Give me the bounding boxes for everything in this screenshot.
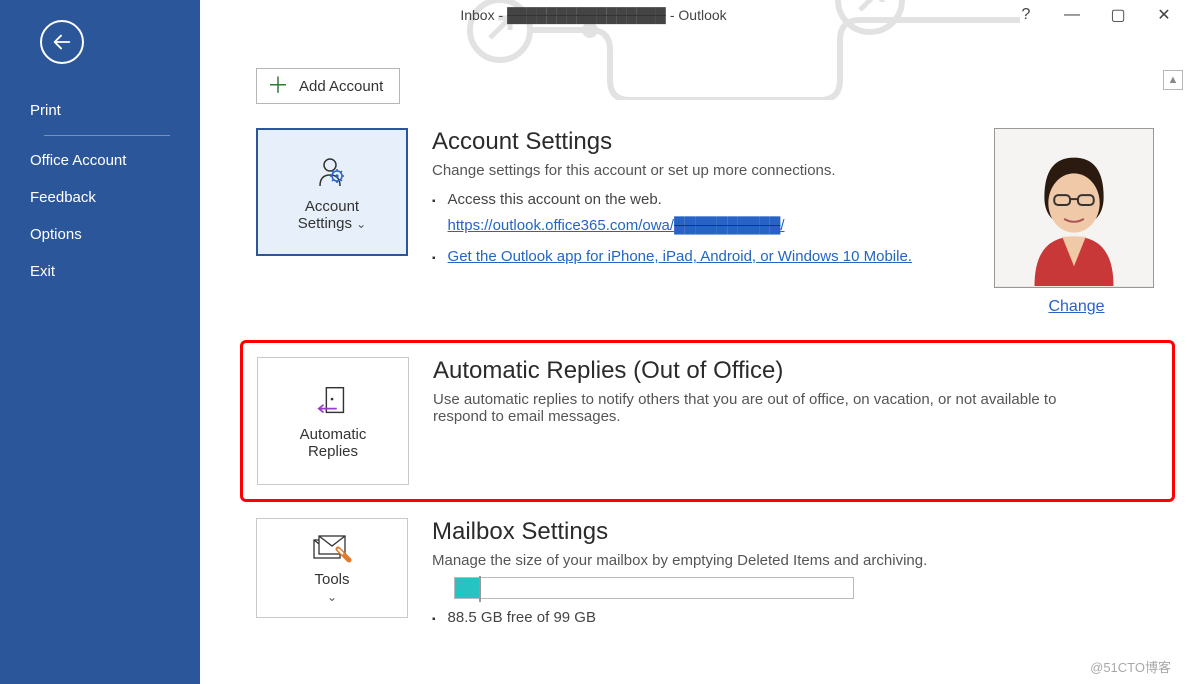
- owa-link[interactable]: https://outlook.office365.com/owa/██████…: [448, 217, 785, 234]
- change-photo-link[interactable]: Change: [994, 298, 1159, 316]
- sidebar-divider: [44, 135, 170, 136]
- automatic-replies-heading: Automatic Replies (Out of Office): [433, 357, 1158, 385]
- sidebar-item-exit[interactable]: Exit: [0, 253, 200, 290]
- tools-tile[interactable]: Tools ⌄: [256, 518, 408, 618]
- mailbox-settings-heading: Mailbox Settings: [432, 518, 1159, 546]
- title-inbox-prefix: Inbox -: [460, 7, 503, 23]
- account-settings-section: Account Settings ⌄ Account Settings Chan…: [256, 128, 1159, 316]
- window-title-bar: Inbox - ████████████████ - Outlook ? — ▢…: [0, 0, 1187, 30]
- maximize-button[interactable]: ▢: [1095, 0, 1141, 30]
- window-controls: ? — ▢ ✕: [1003, 0, 1187, 30]
- tile-label-line1: Account: [305, 198, 359, 215]
- bullet-icon: ▪: [432, 605, 436, 628]
- title-email-redacted: ████████████████: [507, 7, 666, 23]
- person-gear-icon: [312, 152, 352, 192]
- sidebar-item-options[interactable]: Options: [0, 216, 200, 253]
- chevron-down-icon: ⌄: [327, 590, 337, 604]
- mailbox-quota-handle: [479, 576, 481, 602]
- tile-label-line1: Automatic: [300, 426, 367, 443]
- profile-photo-box: Change: [994, 128, 1159, 316]
- access-web-text: Access this account on the web.: [448, 191, 662, 208]
- bullet-icon: ▪: [432, 187, 436, 210]
- mailbox-quota-fill: [455, 578, 479, 598]
- automatic-replies-sub: Use automatic replies to notify others t…: [433, 391, 1093, 425]
- arrow-left-icon: [51, 31, 73, 53]
- account-settings-tile[interactable]: Account Settings ⌄: [256, 128, 408, 256]
- mailbox-quota-text: 88.5 GB free of 99 GB: [448, 605, 596, 631]
- tile-label-line1: Tools: [314, 571, 349, 588]
- account-settings-heading: Account Settings: [432, 128, 970, 156]
- bullet-icon: ▪: [432, 244, 436, 267]
- main-content: ▲ ＋ Add Account Account Settings ⌄: [200, 0, 1187, 684]
- minimize-button[interactable]: —: [1049, 0, 1095, 30]
- mailbox-quota-bar: [454, 577, 854, 599]
- add-account-label: Add Account: [299, 78, 383, 95]
- sidebar-item-print[interactable]: Print: [0, 92, 200, 129]
- plus-icon: ＋: [267, 75, 289, 97]
- watermark-text: @51CTO博客: [1090, 657, 1171, 676]
- help-button[interactable]: ?: [1003, 0, 1049, 30]
- automatic-replies-tile[interactable]: Automatic Replies: [257, 357, 409, 485]
- profile-photo: [994, 128, 1154, 288]
- tools-icon: [311, 531, 353, 565]
- mailbox-settings-section: Tools ⌄ Mailbox Settings Manage the size…: [256, 518, 1159, 637]
- close-button[interactable]: ✕: [1141, 0, 1187, 30]
- tile-label-line2: Settings: [298, 215, 352, 232]
- auto-reply-icon: [314, 382, 352, 420]
- chevron-down-icon: ⌄: [356, 217, 366, 231]
- back-stage-sidebar: Print Office Account Feedback Options Ex…: [0, 0, 200, 684]
- tile-label-line2: Replies: [308, 443, 358, 460]
- add-account-button[interactable]: ＋ Add Account: [256, 68, 400, 104]
- account-settings-sub: Change settings for this account or set …: [432, 162, 970, 179]
- title-app-name: - Outlook: [670, 7, 727, 23]
- sidebar-item-office-account[interactable]: Office Account: [0, 142, 200, 179]
- sidebar-item-feedback[interactable]: Feedback: [0, 179, 200, 216]
- automatic-replies-highlight: Automatic Replies Automatic Replies (Out…: [240, 340, 1175, 502]
- get-outlook-app-link[interactable]: Get the Outlook app for iPhone, iPad, An…: [448, 244, 912, 270]
- mailbox-settings-sub: Manage the size of your mailbox by empty…: [432, 552, 1159, 569]
